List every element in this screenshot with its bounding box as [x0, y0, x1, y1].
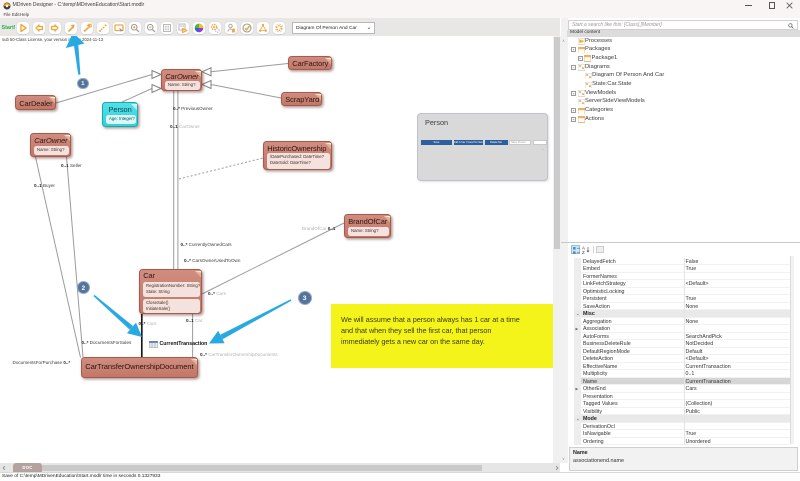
- svg-text:Z: Z: [582, 250, 585, 254]
